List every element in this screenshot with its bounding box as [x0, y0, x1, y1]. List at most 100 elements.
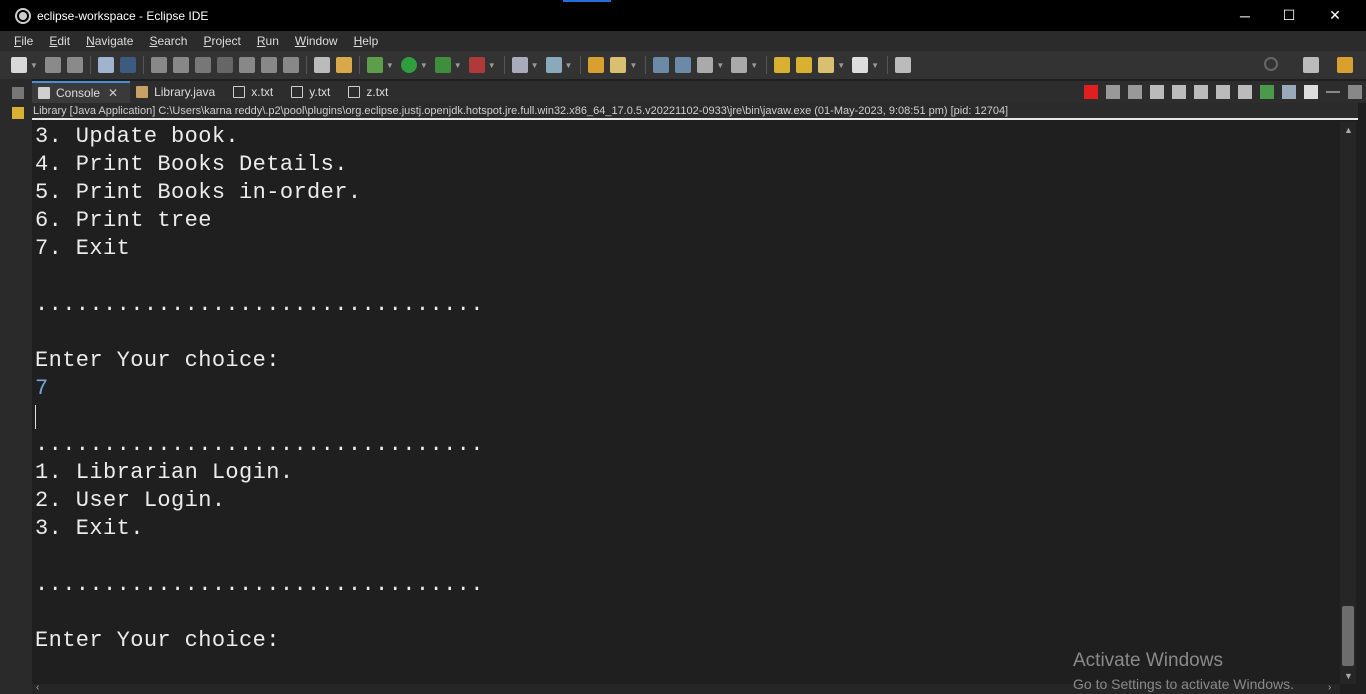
vertical-scrollbar[interactable]: ▲ ▼: [1340, 122, 1356, 684]
run-icon[interactable]: [400, 57, 417, 73]
search-icon[interactable]: [1264, 57, 1278, 71]
tab-y-txt[interactable]: y.txt: [285, 81, 342, 103]
terminate-icon[interactable]: [1084, 85, 1098, 99]
use-step-filters-icon[interactable]: [335, 57, 352, 73]
annotation-dropdown-icon[interactable]: ▼: [716, 61, 724, 70]
package-explorer-icon[interactable]: [12, 107, 24, 119]
console-user-input: 7: [35, 376, 49, 401]
menu-search[interactable]: Search: [141, 34, 195, 48]
pin-editor-icon[interactable]: [731, 57, 748, 73]
resume-icon[interactable]: [150, 57, 167, 73]
console-line: 4. Print Books Details.: [35, 152, 348, 177]
menu-project[interactable]: Project: [195, 34, 248, 48]
run-dropdown-icon[interactable]: ▼: [420, 61, 428, 70]
clear-console-icon[interactable]: [1150, 85, 1164, 99]
text-file-icon: [348, 86, 361, 98]
scrollbar-thumb[interactable]: [1342, 606, 1354, 666]
scroll-down-icon[interactable]: ▼: [1344, 671, 1353, 681]
forward-dropdown-icon[interactable]: ▼: [871, 61, 879, 70]
remove-all-terminated-icon[interactable]: [1128, 85, 1142, 99]
open-console-icon[interactable]: [1304, 85, 1318, 99]
debug-dropdown-icon[interactable]: ▼: [386, 61, 394, 70]
debug-icon[interactable]: [366, 57, 383, 73]
scroll-right-icon[interactable]: ›: [1328, 682, 1331, 693]
terminate-toolbar-icon[interactable]: [194, 57, 211, 73]
debug-view-icon[interactable]: [97, 57, 114, 73]
console-line: 3. Exit.: [35, 516, 144, 541]
scroll-lock-icon[interactable]: [1172, 85, 1186, 99]
step-over-icon[interactable]: [260, 57, 277, 73]
menu-run[interactable]: Run: [249, 34, 287, 48]
coverage-icon[interactable]: [434, 57, 451, 73]
save-icon[interactable]: [44, 57, 61, 73]
open-task-icon[interactable]: [610, 57, 627, 73]
text-caret: [35, 405, 36, 429]
step-return-icon[interactable]: [282, 57, 299, 73]
search-toolbar-icon[interactable]: [653, 57, 670, 73]
close-icon[interactable]: ✕: [108, 86, 118, 100]
previous-edit-icon[interactable]: [774, 57, 791, 73]
scroll-left-icon[interactable]: ‹: [36, 682, 39, 693]
coverage-dropdown-icon[interactable]: ▼: [454, 61, 462, 70]
external-tools-dropdown-icon[interactable]: ▼: [488, 61, 496, 70]
menu-file[interactable]: File: [6, 34, 41, 48]
new-java-package-icon[interactable]: [511, 57, 528, 73]
maximize-view-icon[interactable]: [895, 57, 912, 73]
word-wrap-console-icon[interactable]: [1194, 85, 1208, 99]
toolbar-separator: [358, 56, 360, 74]
new-java-class-icon[interactable]: [545, 57, 562, 73]
console-output[interactable]: 3. Update book. 4. Print Books Details. 5.…: [32, 122, 1340, 684]
pin-console-icon[interactable]: [1260, 85, 1274, 99]
java-perspective-icon[interactable]: [1337, 57, 1353, 73]
open-perspective-icon[interactable]: [1303, 57, 1319, 73]
display-console-icon[interactable]: [1282, 85, 1296, 99]
show-stdout-icon[interactable]: [1216, 85, 1230, 99]
toolbar-separator: [305, 56, 307, 74]
back-dropdown-icon[interactable]: ▼: [837, 61, 845, 70]
step-into-icon[interactable]: [238, 57, 255, 73]
save-all-icon[interactable]: [66, 57, 83, 73]
process-label: Library [Java Application] C:\Users\karn…: [32, 103, 1358, 120]
skip-breakpoints-icon[interactable]: [119, 57, 136, 73]
show-stderr-icon[interactable]: [1238, 85, 1252, 99]
menu-navigate[interactable]: Navigate: [78, 34, 141, 48]
restore-icon[interactable]: [12, 87, 24, 99]
scroll-up-icon[interactable]: ▲: [1344, 125, 1353, 135]
console-line: 1. Librarian Login.: [35, 460, 294, 485]
forward-icon[interactable]: [852, 57, 869, 73]
activate-windows-watermark: Activate Windows Go to Settings to activ…: [1073, 650, 1294, 692]
menu-edit[interactable]: Edit: [41, 34, 78, 48]
minimize-button[interactable]: ─: [1222, 0, 1268, 31]
new-icon[interactable]: [11, 57, 27, 73]
new-class-dropdown-icon[interactable]: ▼: [565, 61, 573, 70]
annotation-icon[interactable]: [697, 57, 714, 73]
web-browser-icon[interactable]: [675, 57, 692, 73]
task-dropdown-icon[interactable]: ▼: [629, 61, 637, 70]
console-line: Enter Your choice:: [35, 348, 280, 373]
console-view-toolbar: [1080, 81, 1366, 103]
disconnect-icon[interactable]: [216, 57, 233, 73]
maximize-view-panel-icon[interactable]: [1348, 85, 1362, 99]
back-icon[interactable]: [818, 57, 835, 73]
eclipse-logo-icon: [15, 7, 31, 24]
new-package-dropdown-icon[interactable]: ▼: [531, 61, 539, 70]
tab-z-txt[interactable]: z.txt: [342, 81, 400, 103]
pin-dropdown-icon[interactable]: ▼: [750, 61, 758, 70]
close-button[interactable]: ✕: [1312, 0, 1358, 31]
minimize-view-icon[interactable]: [1326, 91, 1340, 93]
word-wrap-icon[interactable]: [313, 57, 330, 73]
left-trim-stack: [0, 79, 32, 694]
title-bar: eclipse-workspace - Eclipse IDE ─ ☐ ✕: [0, 0, 1366, 31]
tab-x-txt[interactable]: x.txt: [227, 81, 285, 103]
suspend-icon[interactable]: [172, 57, 189, 73]
next-edit-icon[interactable]: [796, 57, 813, 73]
tab-console[interactable]: Console ✕: [32, 81, 131, 103]
remove-launch-icon[interactable]: [1106, 85, 1120, 99]
maximize-button[interactable]: ☐: [1266, 0, 1312, 31]
new-dropdown-icon[interactable]: ▼: [30, 61, 38, 70]
external-tools-icon[interactable]: [468, 57, 485, 73]
open-type-icon[interactable]: [588, 57, 605, 73]
menu-window[interactable]: Window: [287, 34, 346, 48]
menu-help[interactable]: Help: [346, 34, 387, 48]
tab-library-java[interactable]: Library.java: [130, 81, 227, 103]
